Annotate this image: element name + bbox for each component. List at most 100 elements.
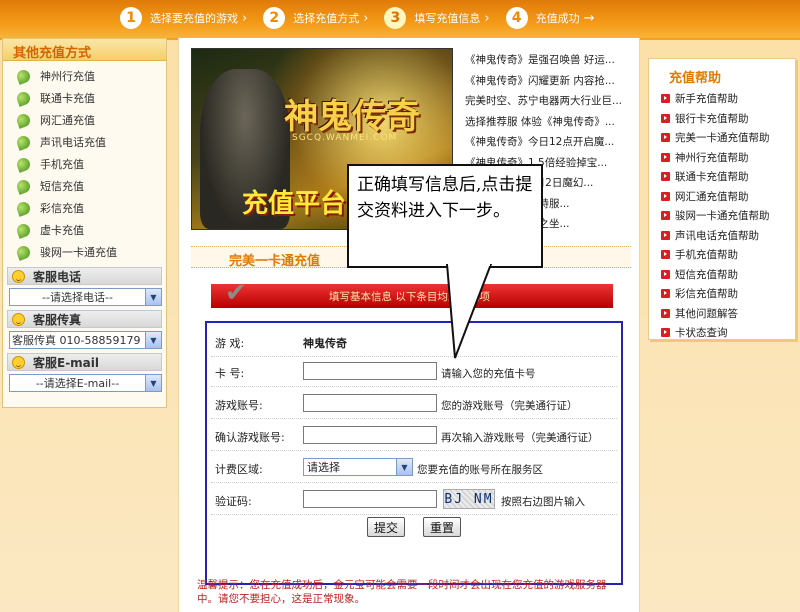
- confirm-hint: 再次输入游戏账号（完美通行证）: [441, 432, 599, 444]
- bullet-arrow-icon: [661, 152, 670, 162]
- zone-select[interactable]: 请选择 ▼: [303, 458, 413, 476]
- sidebar-item-label: 骏网一卡通充值: [40, 246, 117, 259]
- help-item[interactable]: 其他问题解答: [661, 304, 795, 324]
- help-item[interactable]: 网汇通充值帮助: [661, 187, 795, 207]
- help-item[interactable]: 新手充值帮助: [661, 89, 795, 109]
- help-item[interactable]: 声讯电话充值帮助: [661, 226, 795, 246]
- sidebar-item[interactable]: 手机充值: [3, 153, 166, 175]
- account-label: 游戏账号:: [215, 399, 263, 412]
- chevron-down-icon[interactable]: ▼: [145, 375, 161, 391]
- step-label: 选择充值方式: [293, 12, 360, 25]
- captcha-input[interactable]: [303, 490, 437, 508]
- help-item-label: 短信充值帮助: [675, 268, 738, 281]
- game-account-input[interactable]: [303, 394, 437, 412]
- leaf-icon: [15, 155, 32, 173]
- help-item[interactable]: 手机充值帮助: [661, 245, 795, 265]
- bullet-arrow-icon: [661, 133, 670, 143]
- phone-select[interactable]: --请选择电话-- ▼: [9, 288, 162, 306]
- help-item-label: 新手充值帮助: [675, 93, 738, 106]
- help-item[interactable]: 骏网一卡通充值帮助: [661, 206, 795, 226]
- product-title: 完美一卡通充值: [229, 254, 321, 269]
- help-item-label: 联通卡充值帮助: [675, 171, 749, 184]
- leaf-icon: [15, 67, 32, 85]
- reset-button[interactable]: 重置: [423, 517, 462, 537]
- zone-select-value: 请选择: [307, 461, 340, 474]
- zone-label: 计费区域:: [215, 463, 263, 476]
- service-phone-title: 客服电话: [33, 269, 82, 284]
- help-item[interactable]: 联通卡充值帮助: [661, 167, 795, 187]
- help-item-label: 卡状态查询: [675, 327, 728, 340]
- step-label: 充值成功: [535, 12, 580, 25]
- bullet-arrow-icon: [661, 94, 670, 104]
- news-item[interactable]: 《神鬼传奇》今日12点开启魔...: [465, 132, 635, 153]
- bullet-arrow-icon: [661, 308, 670, 318]
- news-item[interactable]: 《神鬼传奇》是强召唤兽 好运...: [465, 50, 635, 71]
- sidebar-item[interactable]: 网汇通充值: [3, 109, 166, 131]
- leaf-icon: [15, 199, 32, 217]
- help-item[interactable]: 短信充值帮助: [661, 265, 795, 285]
- sidebar-item-label: 手机充值: [40, 158, 84, 171]
- email-select[interactable]: --请选择E-mail-- ▼: [9, 374, 162, 392]
- leaf-icon: [15, 177, 32, 195]
- leaf-icon: [15, 243, 32, 261]
- service-email-title: 客服E-mail: [33, 355, 100, 370]
- bullet-arrow-icon: [661, 269, 670, 279]
- help-item[interactable]: 完美一卡通充值帮助: [661, 128, 795, 148]
- sidebar-item-label: 彩信充值: [40, 202, 84, 215]
- step-2: 2 选择充值方式 ›: [263, 7, 368, 29]
- promo-text: 充值平台: [242, 189, 347, 219]
- sidebar-title: 其他充值方式: [3, 39, 166, 61]
- fax-select[interactable]: 客服传真 010-58859179 ▼: [9, 331, 162, 349]
- chevron-down-icon[interactable]: ▼: [145, 289, 161, 305]
- sidebar-item-label: 网汇通充值: [40, 114, 95, 127]
- sidebar-item[interactable]: 神州行充值: [3, 65, 166, 87]
- step-number: 2: [263, 7, 286, 29]
- bullet-arrow-icon: [661, 191, 670, 201]
- bullet-arrow-icon: [661, 230, 670, 240]
- form-banner: ✔ 填写基本信息 以下条目均为必填项: [211, 278, 613, 308]
- fax-select-value: 客服传真 010-58859179: [12, 334, 141, 347]
- card-hint: 请输入您的充值卡号: [441, 368, 536, 380]
- row-card: 卡 号: 请输入您的充值卡号: [211, 357, 617, 387]
- step-number: 4: [505, 7, 528, 29]
- help-item[interactable]: 银行卡充值帮助: [661, 109, 795, 129]
- help-item[interactable]: 彩信充值帮助: [661, 284, 795, 304]
- step-3: 3 填写充值信息 ›: [384, 7, 490, 29]
- help-item-label: 银行卡充值帮助: [675, 112, 749, 125]
- sidebar-item[interactable]: 彩信充值: [3, 197, 166, 219]
- game-label: 游 戏:: [215, 337, 245, 350]
- recharge-method-list: 神州行充值 联通卡充值 网汇通充值 声讯电话充值 手机充值 短信充值 彩信充值 …: [3, 61, 166, 263]
- confirm-account-input[interactable]: [303, 426, 437, 444]
- leaf-icon: [15, 111, 32, 129]
- chevron-down-icon[interactable]: ▼: [145, 332, 161, 348]
- card-number-input[interactable]: [303, 362, 437, 380]
- service-fax-title: 客服传真: [33, 312, 82, 327]
- row-confirm: 确认游戏账号: 再次输入游戏账号（完美通行证）: [211, 421, 617, 451]
- help-item-label: 彩信充值帮助: [675, 288, 738, 301]
- news-item[interactable]: 完美时空、苏宁电器两大行业巨...: [465, 91, 635, 112]
- bullet-arrow-icon: [661, 250, 670, 260]
- row-captcha: 验证码: BJ NM 按照右边图片输入: [211, 485, 617, 515]
- help-item[interactable]: 神州行充值帮助: [661, 148, 795, 168]
- news-item[interactable]: 选择推荐服 体验《神鬼传奇》...: [465, 112, 635, 133]
- help-item-label: 其他问题解答: [675, 307, 738, 320]
- news-item[interactable]: 《神鬼传奇》闪耀更新 内容抢...: [465, 71, 635, 92]
- service-fax: 客服传真 客服传真 010-58859179 ▼: [3, 310, 166, 349]
- sidebar-item[interactable]: 短信充值: [3, 175, 166, 197]
- sidebar-item-label: 联通卡充值: [40, 92, 95, 105]
- bullet-arrow-icon: [661, 211, 670, 221]
- row-game: 游 戏: 神鬼传奇: [211, 327, 617, 357]
- submit-button[interactable]: 提交: [367, 517, 406, 537]
- sidebar-item-label: 声讯电话充值: [40, 136, 106, 149]
- sidebar-item[interactable]: 联通卡充值: [3, 87, 166, 109]
- sidebar-item[interactable]: 骏网一卡通充值: [3, 241, 166, 263]
- sidebar-item[interactable]: 虚卡充值: [3, 219, 166, 241]
- help-item[interactable]: 卡状态查询: [661, 323, 795, 343]
- captcha-image[interactable]: BJ NM: [443, 489, 495, 509]
- help-item-label: 声讯电话充值帮助: [675, 229, 759, 242]
- sidebar-item[interactable]: 声讯电话充值: [3, 131, 166, 153]
- chevron-down-icon[interactable]: ▼: [396, 459, 412, 475]
- step-1: 1 选择要充值的游戏 ›: [120, 7, 247, 29]
- progress-steps: 1 选择要充值的游戏 › 2 选择充值方式 › 3 填写充值信息 › 4 充值成…: [120, 6, 611, 30]
- captcha-label: 验证码:: [215, 495, 252, 508]
